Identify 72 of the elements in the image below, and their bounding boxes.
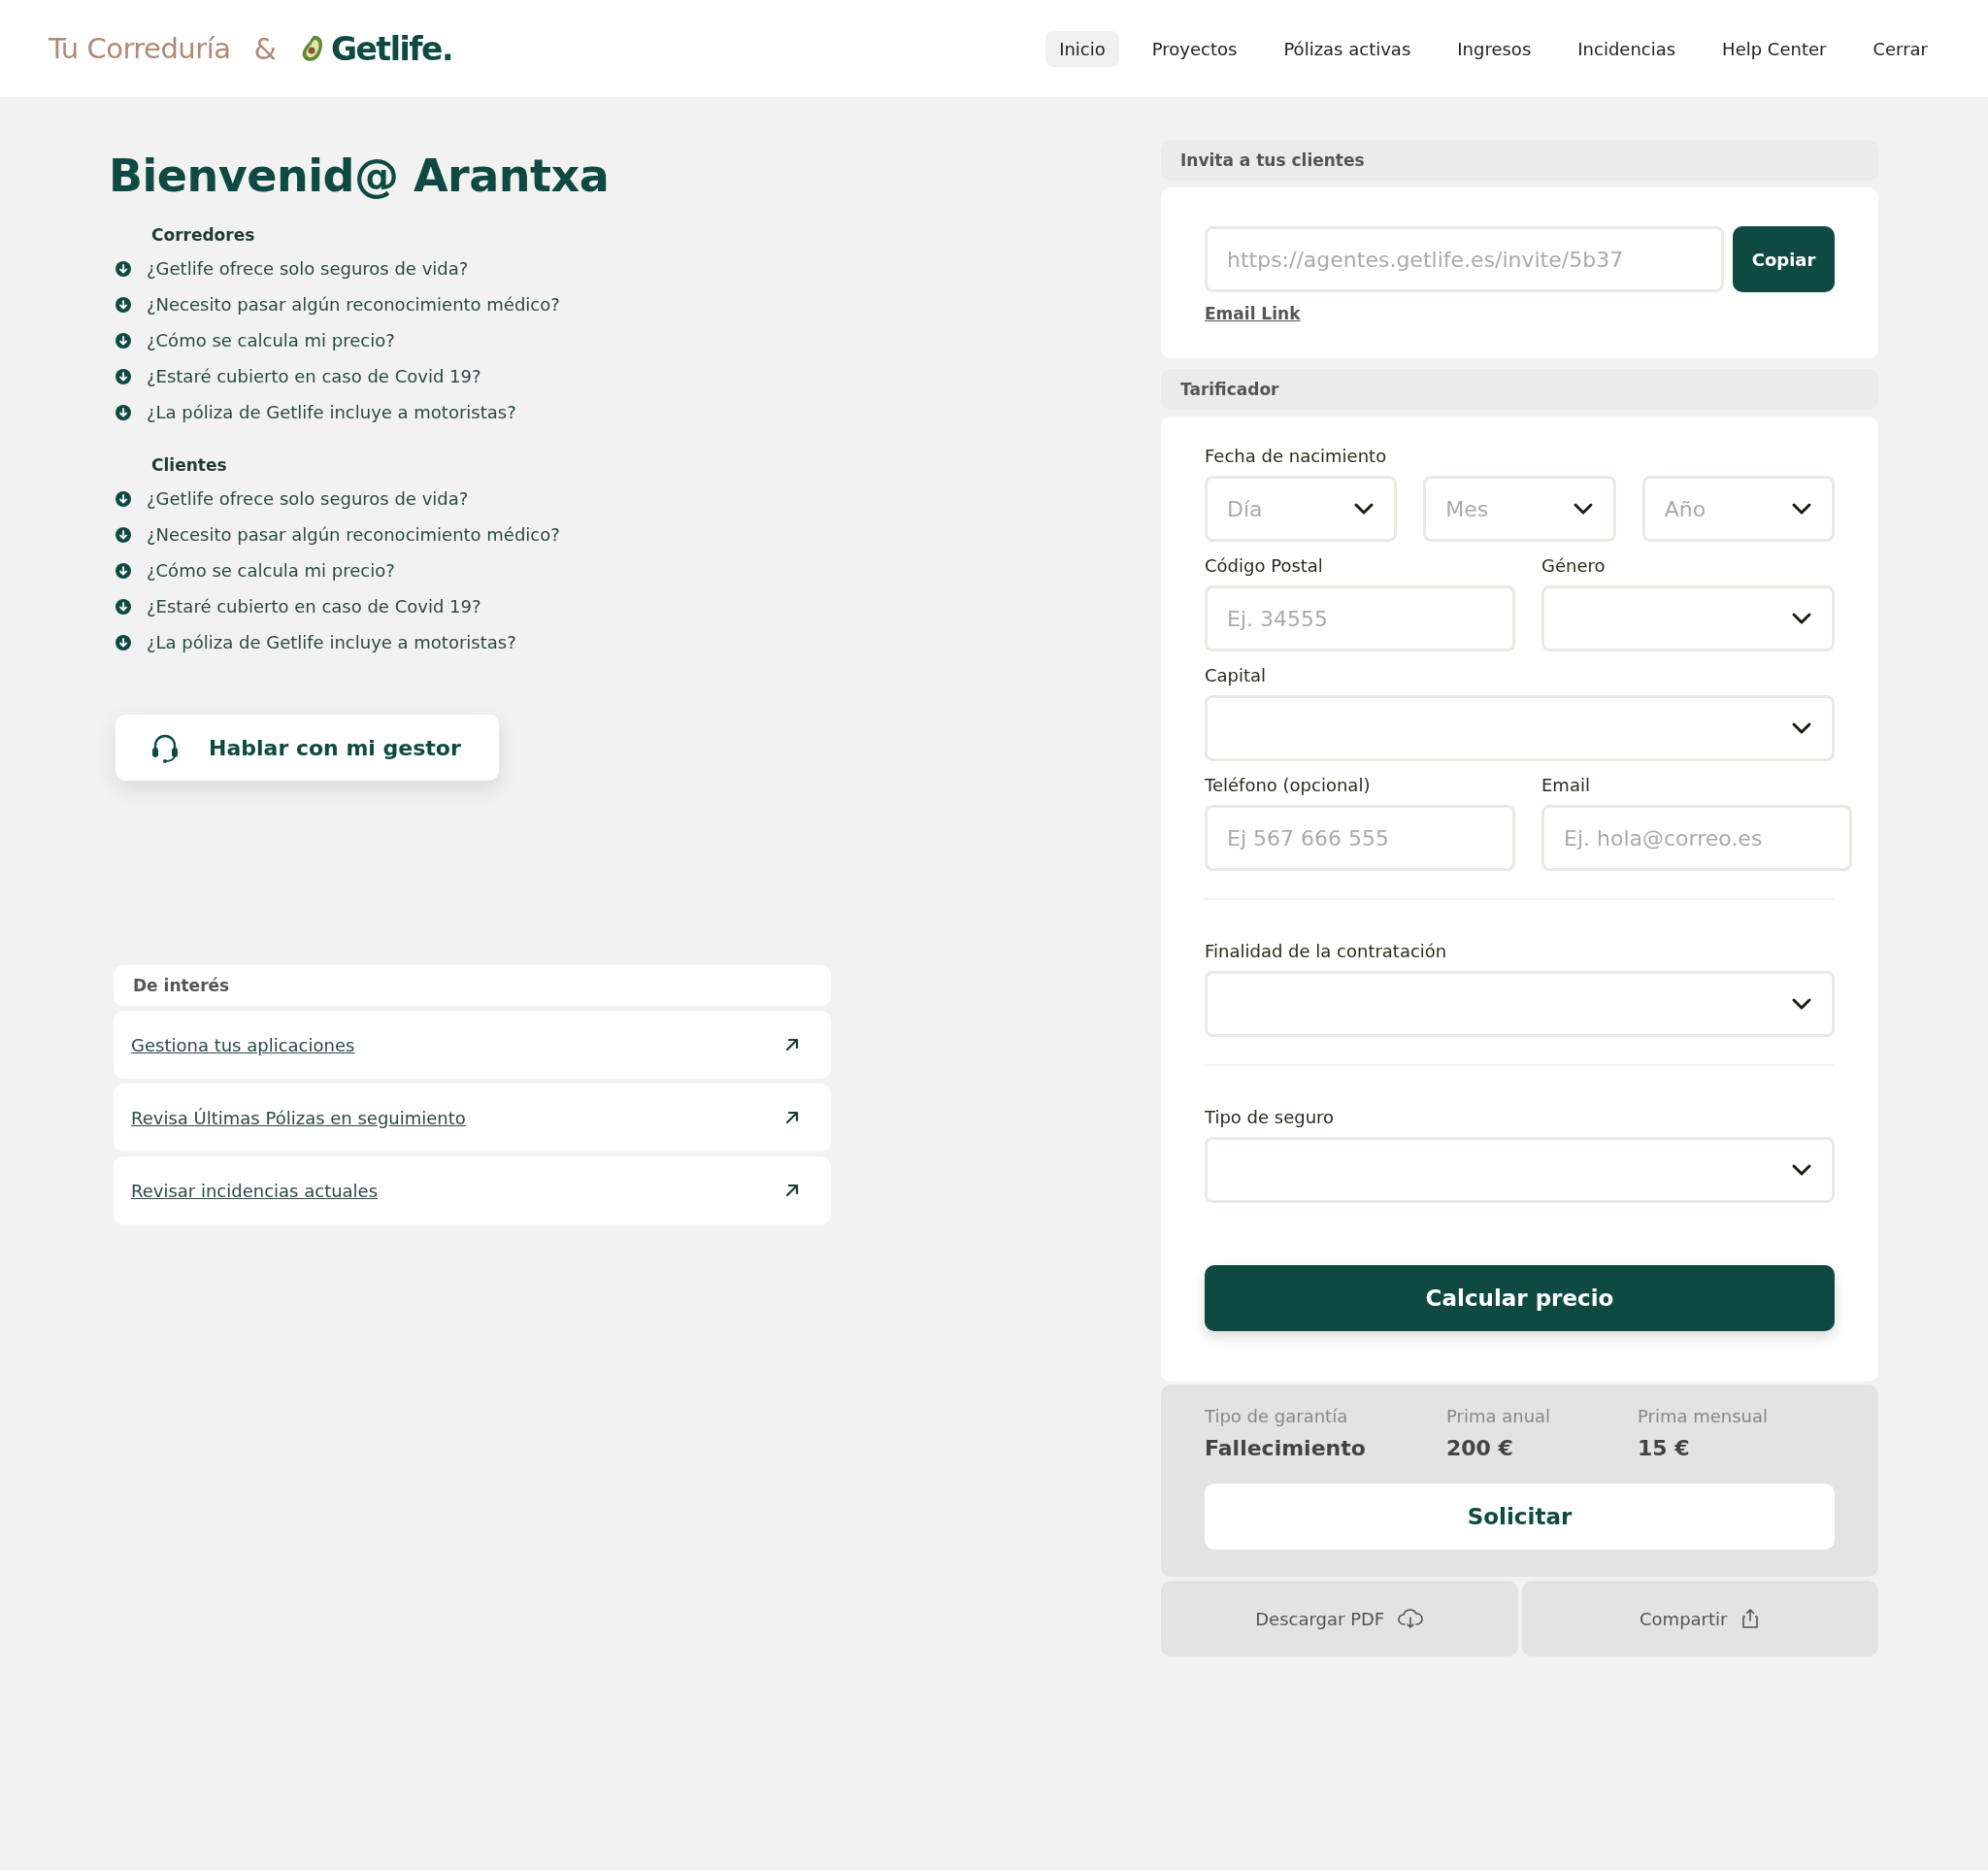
faq-question[interactable]: ¿Necesito pasar algún reconocimiento médico? (147, 294, 560, 315)
nav-link[interactable]: Incidencias (1564, 30, 1690, 67)
ampersand: & (253, 31, 277, 66)
nav-link[interactable]: Ingresos (1443, 30, 1545, 67)
field-label: Género (1541, 555, 1607, 576)
link[interactable]: Revisa Últimas Pólizas en seguimiento (131, 1107, 466, 1128)
arrow-down-circle-icon (116, 404, 131, 420)
select-field[interactable] (1541, 585, 1835, 651)
field-label: Tipo de seguro (1205, 1107, 1336, 1127)
field-label: Capital (1205, 665, 1268, 685)
result-label: Tipo de garantía (1205, 1406, 1349, 1426)
link[interactable]: Revisar incidencias actuales (131, 1180, 379, 1201)
result-value: Fallecimiento (1205, 1436, 1367, 1460)
arrow-down-circle-icon (116, 562, 131, 579)
arrow-up-right-icon (784, 1037, 800, 1052)
arrow-down-circle-icon (116, 260, 131, 277)
field-label: Email (1541, 775, 1591, 795)
panel-header: De interés (114, 965, 831, 1006)
result-label: Prima mensual (1638, 1406, 1769, 1426)
arrow-down-circle-icon (116, 296, 131, 313)
section-heading: Clientes (151, 455, 228, 475)
nav-link[interactable]: Help Center (1708, 30, 1840, 67)
faq-question[interactable]: ¿Getlife ofrece solo seguros de vida? (147, 488, 469, 509)
nav-link[interactable]: Pólizas activas (1270, 30, 1425, 67)
result-value: 200 € (1446, 1436, 1514, 1460)
arrow-up-right-icon (784, 1110, 800, 1125)
faq-question[interactable]: ¿Estaré cubierto en caso de Covid 19? (147, 366, 481, 386)
input-field[interactable]: Ej. 34555 (1205, 585, 1515, 651)
select-field[interactable] (1205, 971, 1835, 1037)
calculate-button[interactable]: Calcular precio (1205, 1265, 1835, 1331)
cloud-download-icon (1398, 1608, 1424, 1629)
arrow-down-circle-icon (116, 526, 131, 543)
faq-question[interactable]: ¿Cómo se calcula mi precio? (147, 330, 395, 351)
field-label: Finalidad de la contratación (1205, 941, 1448, 961)
arrow-down-circle-icon (116, 368, 131, 384)
section-heading: Corredores (151, 225, 256, 245)
arrow-down-circle-icon (116, 634, 131, 651)
result-label: Prima anual (1446, 1406, 1552, 1426)
share-button[interactable]: Compartir (1521, 1581, 1878, 1656)
faq-question[interactable]: ¿La póliza de Getlife incluye a motoristas? (147, 402, 516, 422)
arrow-down-circle-icon (116, 332, 131, 349)
logo-text: Getlife. (330, 29, 453, 68)
arrow-down-circle-icon (116, 490, 131, 507)
faq-question[interactable]: ¿Cómo se calcula mi precio? (147, 560, 395, 581)
nav-link[interactable]: Inicio (1045, 30, 1119, 67)
field-label: Código Postal (1205, 555, 1324, 576)
faq-question[interactable]: ¿Necesito pasar algún reconocimiento médico? (147, 524, 560, 545)
input-field[interactable]: Ej 567 666 555 (1205, 805, 1515, 871)
panel-header: Tarificador (1161, 369, 1878, 410)
panel-header: Invita a tus clientes (1161, 140, 1878, 181)
faq-question[interactable]: ¿Estaré cubierto en caso de Covid 19? (147, 596, 481, 617)
brand-name: Tu Correduría (49, 32, 231, 65)
nav-link[interactable]: Cerrar (1859, 30, 1941, 67)
welcome-heading: Bienvenid@ Arantxa (109, 150, 611, 202)
faq-question[interactable]: ¿La póliza de Getlife incluye a motoristas? (147, 632, 516, 652)
select-field[interactable] (1205, 1137, 1835, 1203)
result-value: 15 € (1638, 1436, 1691, 1460)
share-icon (1740, 1608, 1761, 1629)
link[interactable]: Gestiona tus aplicaciones (131, 1034, 355, 1055)
input-field[interactable]: Ej. hola@correo.es (1541, 805, 1852, 871)
copy-button[interactable]: Copiar (1733, 226, 1835, 292)
contact-button[interactable]: Hablar con mi gestor (116, 715, 499, 781)
arrow-down-circle-icon (116, 598, 131, 615)
faq-question[interactable]: ¿Getlife ofrece solo seguros de vida? (147, 258, 469, 279)
field-label: Teléfono (opcional) (1205, 775, 1372, 795)
nav-link[interactable]: Proyectos (1138, 30, 1251, 67)
download-button[interactable]: Descargar PDF (1161, 1581, 1518, 1656)
field-label: Fecha de nacimiento (1205, 446, 1388, 466)
email-link[interactable]: Email Link (1205, 304, 1301, 323)
request-button[interactable]: Solicitar (1205, 1484, 1835, 1550)
select-field[interactable] (1205, 695, 1835, 761)
arrow-up-right-icon (784, 1183, 800, 1198)
